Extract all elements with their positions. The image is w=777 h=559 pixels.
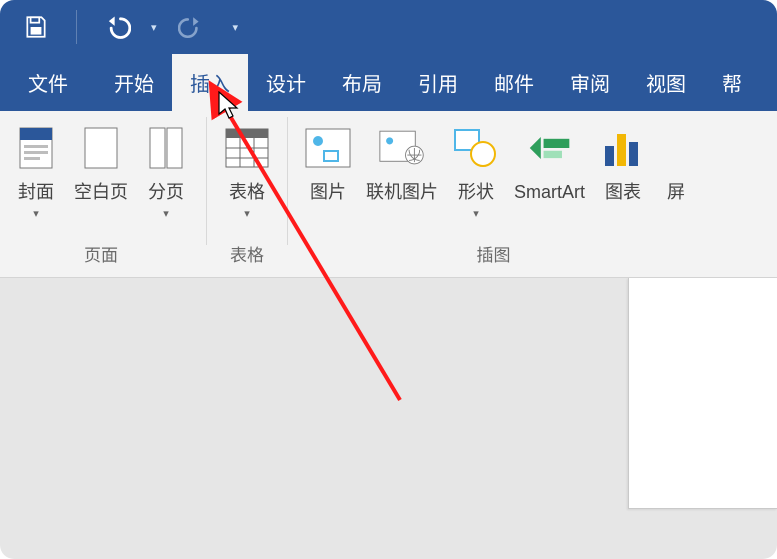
shapes-button[interactable]: 形状 ▾ xyxy=(444,113,508,220)
save-icon[interactable] xyxy=(22,13,50,41)
table-button[interactable]: 表格 ▾ xyxy=(215,113,279,220)
tab-file[interactable]: 文件 xyxy=(0,54,96,111)
group-pages: 封面 ▾ 空白页 分页 ▾ 页面 xyxy=(0,111,202,277)
tab-help-partial[interactable]: 帮 xyxy=(704,54,760,111)
undo-dropdown-icon[interactable]: ▾ xyxy=(151,21,157,34)
dropdown-arrow-icon: ▾ xyxy=(244,207,250,220)
group-tables: 表格 ▾ 表格 xyxy=(211,111,283,277)
qat-divider xyxy=(76,10,77,44)
picture-label: 图片 xyxy=(310,181,346,203)
page-break-icon xyxy=(143,125,189,171)
group-illustrations: 图片 联机图片 形状 ▾ xyxy=(292,111,695,277)
group-label-illustrations: 插图 xyxy=(477,241,511,271)
cover-page-label: 封面 xyxy=(18,181,54,203)
ribbon: 封面 ▾ 空白页 分页 ▾ 页面 xyxy=(0,111,777,278)
blank-page-label: 空白页 xyxy=(74,181,128,203)
quick-access-toolbar: ▾ ▾ xyxy=(0,0,777,54)
group-label-pages: 页面 xyxy=(84,241,118,271)
online-picture-button[interactable]: 联机图片 xyxy=(360,113,444,203)
tab-review[interactable]: 审阅 xyxy=(552,54,628,111)
document-area xyxy=(0,278,777,559)
dropdown-arrow-icon: ▾ xyxy=(163,207,169,220)
group-separator xyxy=(206,117,207,245)
group-separator xyxy=(287,117,288,245)
document-page[interactable] xyxy=(628,278,777,509)
online-picture-icon xyxy=(379,125,425,171)
undo-icon[interactable] xyxy=(103,13,131,41)
chart-label: 图表 xyxy=(605,181,641,203)
blank-page-icon xyxy=(78,125,124,171)
dropdown-arrow-icon: ▾ xyxy=(473,207,479,220)
page-break-label: 分页 xyxy=(148,181,184,203)
tab-layout[interactable]: 布局 xyxy=(324,54,400,111)
tab-references[interactable]: 引用 xyxy=(400,54,476,111)
chart-button[interactable]: 图表 xyxy=(591,113,655,203)
table-label: 表格 xyxy=(229,181,265,203)
group-label-tables: 表格 xyxy=(230,241,264,271)
blank-page-button[interactable]: 空白页 xyxy=(68,113,134,203)
shapes-label: 形状 xyxy=(458,181,494,203)
screenshot-button-partial[interactable]: 屏 xyxy=(655,113,691,203)
tab-insert[interactable]: 插入 xyxy=(172,54,248,111)
table-icon xyxy=(224,125,270,171)
tab-mailings[interactable]: 邮件 xyxy=(476,54,552,111)
ribbon-tabs: 文件 开始 插入 设计 布局 引用 邮件 审阅 视图 帮 xyxy=(0,54,777,111)
tab-view[interactable]: 视图 xyxy=(628,54,704,111)
picture-icon xyxy=(305,125,351,171)
smartart-button[interactable]: SmartArt xyxy=(508,113,591,203)
chart-icon xyxy=(600,125,646,171)
online-picture-label: 联机图片 xyxy=(366,181,438,203)
tab-home[interactable]: 开始 xyxy=(96,54,172,111)
shapes-icon xyxy=(453,125,499,171)
redo-icon[interactable] xyxy=(177,13,205,41)
page-break-button[interactable]: 分页 ▾ xyxy=(134,113,198,220)
cover-page-button[interactable]: 封面 ▾ xyxy=(4,113,68,220)
screenshot-icon xyxy=(665,125,687,171)
screenshot-label: 屏 xyxy=(667,181,685,203)
cover-page-icon xyxy=(13,125,59,171)
picture-button[interactable]: 图片 xyxy=(296,113,360,203)
smartart-icon xyxy=(527,125,573,171)
customize-qat-icon[interactable]: ▾ xyxy=(233,21,239,34)
dropdown-arrow-icon: ▾ xyxy=(33,207,39,220)
tab-design[interactable]: 设计 xyxy=(248,54,324,111)
smartart-label: SmartArt xyxy=(514,181,585,203)
